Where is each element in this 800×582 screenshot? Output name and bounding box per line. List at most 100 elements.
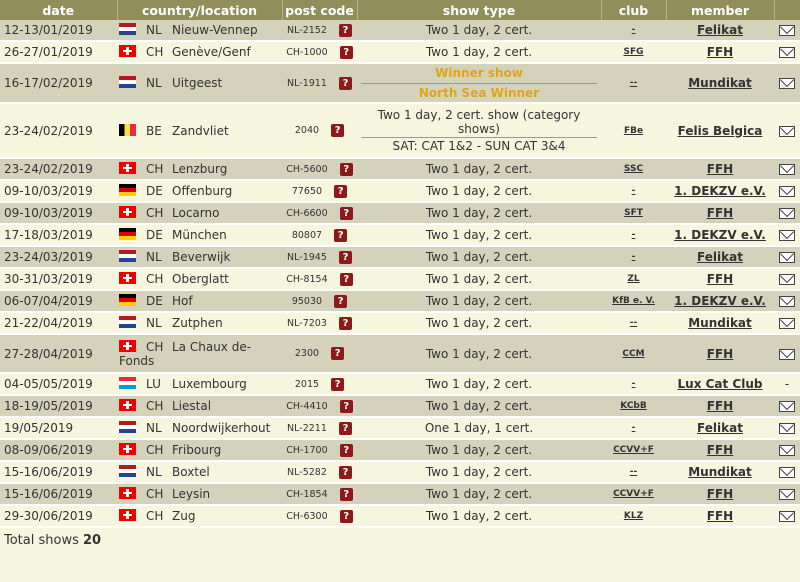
club-link[interactable]: -- — [601, 312, 666, 335]
member-link[interactable]: FFH — [666, 41, 774, 64]
member-link[interactable]: FFH — [666, 158, 774, 181]
club-link[interactable]: - — [601, 224, 666, 247]
envelope-icon[interactable] — [779, 348, 795, 360]
table-row: 19/05/2019 NL Noordwijkerhout NL-2211 ? One … — [0, 417, 800, 440]
header-country[interactable]: country/location — [117, 0, 283, 20]
envelope-icon[interactable] — [779, 164, 795, 175]
post-code-cell: CH-6300 ? — [282, 505, 357, 528]
envelope-icon[interactable] — [779, 230, 795, 241]
member-link[interactable]: FFH — [666, 505, 774, 528]
header-member[interactable]: member — [666, 0, 775, 20]
post-code: NL-2211 — [287, 422, 327, 434]
map-pin-icon[interactable]: ? — [338, 250, 352, 264]
show-type: Two 1 day, 2 cert. — [425, 45, 533, 59]
club-link[interactable]: CCVV+F — [601, 439, 666, 462]
map-pin-icon[interactable]: ? — [339, 509, 353, 523]
member-link[interactable]: Felikat — [666, 246, 774, 269]
member-link[interactable]: FFH — [666, 202, 774, 225]
club-link[interactable]: - — [601, 246, 666, 269]
map-pin-icon[interactable]: ? — [339, 487, 353, 501]
member-link[interactable]: Mundikat — [666, 461, 774, 484]
club-link[interactable]: -- — [601, 63, 666, 104]
map-pin-icon[interactable]: ? — [338, 421, 352, 435]
map-pin-icon[interactable]: ? — [334, 184, 348, 198]
envelope-icon[interactable] — [779, 401, 795, 412]
map-pin-icon[interactable]: ? — [334, 228, 348, 242]
club-link[interactable]: KCbB — [601, 395, 666, 418]
member-link[interactable]: Felis Belgica — [666, 103, 774, 159]
map-pin-icon[interactable]: ? — [339, 162, 353, 176]
club-link[interactable]: - — [601, 373, 666, 396]
map-pin-icon[interactable]: ? — [339, 399, 353, 413]
member-link[interactable]: FFH — [666, 334, 774, 374]
club-link[interactable]: SFT — [601, 202, 666, 225]
club-link[interactable]: ZL — [601, 268, 666, 291]
post-code: NL-1911 — [287, 77, 327, 89]
map-pin-icon[interactable]: ? — [338, 465, 352, 479]
envelope-icon[interactable] — [779, 125, 795, 137]
envelope-icon[interactable] — [779, 445, 795, 456]
envelope-icon[interactable] — [779, 208, 795, 219]
club-link[interactable]: SFG — [601, 41, 666, 64]
map-pin-icon[interactable]: ? — [339, 45, 353, 59]
club-link[interactable]: CCVV+F — [601, 483, 666, 506]
show-date: 27-28/04/2019 — [0, 334, 117, 374]
envelope-icon[interactable] — [779, 252, 795, 263]
envelope-icon[interactable] — [779, 423, 795, 434]
envelope-icon[interactable] — [779, 318, 795, 329]
map-pin-icon[interactable]: ? — [338, 316, 352, 330]
envelope-icon[interactable] — [779, 186, 795, 197]
member-link[interactable]: 1. DEKZV e.V. — [666, 180, 774, 203]
location-cell: DE Offenburg — [117, 180, 282, 203]
member-link[interactable]: FFH — [666, 439, 774, 462]
member-link[interactable]: Lux Cat Club — [666, 373, 774, 396]
map-pin-icon[interactable]: ? — [331, 124, 345, 137]
envelope-icon[interactable] — [779, 467, 795, 478]
club-link[interactable]: CCM — [601, 334, 666, 374]
member-link[interactable]: 1. DEKZV e.V. — [666, 224, 774, 247]
member-link[interactable]: FFH — [666, 395, 774, 418]
post-code: 2300 — [294, 348, 320, 359]
member-link[interactable]: FFH — [666, 483, 774, 506]
map-pin-icon[interactable]: ? — [338, 23, 352, 37]
member-link[interactable]: Mundikat — [666, 312, 774, 335]
member-link[interactable]: Mundikat — [666, 63, 774, 104]
club-link[interactable]: - — [601, 20, 666, 42]
map-pin-icon[interactable]: ? — [331, 377, 345, 391]
envelope-icon[interactable] — [779, 78, 795, 89]
map-pin-icon[interactable]: ? — [334, 294, 348, 308]
show-date: 23-24/02/2019 — [0, 158, 117, 181]
club-link[interactable]: -- — [601, 461, 666, 484]
header-club[interactable]: club — [601, 0, 667, 20]
club-link[interactable]: KfB e. V. — [601, 290, 666, 313]
club-link[interactable]: KLZ — [601, 505, 666, 528]
envelope-icon[interactable] — [779, 47, 795, 58]
member-link[interactable]: 1. DEKZV e.V. — [666, 290, 774, 313]
envelope-icon[interactable] — [779, 296, 795, 307]
envelope-icon[interactable] — [779, 274, 795, 285]
post-code: CH-4410 — [286, 400, 328, 412]
mail-cell — [774, 246, 800, 269]
envelope-icon[interactable] — [779, 25, 795, 36]
envelope-icon[interactable] — [779, 489, 795, 500]
member-link[interactable]: FFH — [666, 268, 774, 291]
table-row: 08-09/06/2019 CH Fribourg CH-1700 ? Two 1 da… — [0, 439, 800, 462]
club-link[interactable]: - — [601, 180, 666, 203]
map-pin-icon[interactable]: ? — [339, 272, 353, 286]
header-date[interactable]: date — [0, 0, 118, 20]
city-name: Uitgeest — [172, 76, 223, 90]
club-link[interactable]: FBe — [601, 103, 666, 159]
member-link[interactable]: Felikat — [666, 417, 774, 440]
envelope-icon[interactable] — [779, 511, 795, 522]
show-type: Two 1 day, 2 cert. — [425, 487, 533, 501]
header-post-code[interactable]: post code — [282, 0, 358, 20]
member-link[interactable]: Felikat — [666, 20, 774, 42]
show-type-cell: Two 1 day, 2 cert. — [357, 290, 601, 313]
club-link[interactable]: SSC — [601, 158, 666, 181]
map-pin-icon[interactable]: ? — [338, 76, 352, 90]
club-link[interactable]: - — [601, 417, 666, 440]
map-pin-icon[interactable]: ? — [339, 206, 353, 220]
map-pin-icon[interactable]: ? — [331, 347, 345, 360]
header-show-type[interactable]: show type — [357, 0, 602, 20]
map-pin-icon[interactable]: ? — [339, 443, 353, 457]
